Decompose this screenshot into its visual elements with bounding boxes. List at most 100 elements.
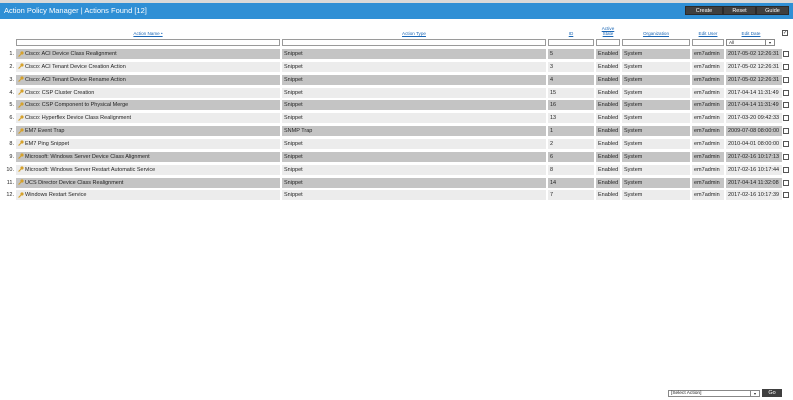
cell-id-text: 1 (550, 128, 554, 135)
cell-action-type: Snippet (282, 74, 546, 85)
col-organization[interactable]: Organization (622, 25, 690, 37)
reset-button[interactable]: Reset (723, 6, 756, 15)
key-icon[interactable] (18, 50, 24, 57)
cell-edit-user: em7admin (692, 100, 724, 111)
filter-action-type[interactable] (282, 39, 546, 46)
cell-action-name-text: EM7 Ping Snippet (25, 140, 70, 147)
col-action-type[interactable]: Action Type (282, 25, 546, 37)
row-checkbox[interactable] (783, 179, 789, 186)
row-number: 7. (9, 128, 14, 135)
key-icon[interactable] (18, 102, 24, 108)
cell-action-name[interactable]: Windows Restart Service (16, 190, 280, 201)
cell-edit-date-text: 2017-05-02 12:26:31 (728, 63, 780, 70)
row-checkbox[interactable] (783, 63, 789, 70)
cell-organization-text: System (624, 153, 643, 160)
cell-id: 7 (548, 190, 594, 201)
row-checkbox[interactable] (783, 51, 789, 57)
cell-organization: System (622, 49, 690, 59)
cell-action-state-text: Enabled (598, 76, 619, 83)
key-icon[interactable] (18, 166, 24, 173)
cell-action-name[interactable]: Cisco: CSP Cluster Creation (16, 87, 280, 98)
filter-organization[interactable] (622, 39, 690, 46)
cell-action-type-text: Snippet (284, 63, 303, 70)
create-button[interactable]: Create (685, 6, 723, 15)
key-icon[interactable] (18, 179, 24, 185)
row-checkbox[interactable] (783, 192, 789, 199)
cell-action-type-text: Snippet (284, 76, 303, 83)
cell-action-name-text: Cisco: ACI Tenant Device Creation Action (25, 63, 126, 70)
cell-organization-text: System (624, 102, 643, 109)
cell-edit-date-text: 2017-02-16 10:17:39 (728, 192, 780, 199)
action-select[interactable]: [Select Action] ▾ (668, 390, 760, 397)
row-checkbox[interactable] (783, 140, 789, 147)
cell-action-name[interactable]: Cisco: ACI Device Class Realignment (16, 49, 280, 59)
cell-action-name[interactable]: Microsoft: Windows Server Restart Automa… (16, 164, 280, 175)
cell-edit-user: em7admin (692, 190, 724, 201)
col-action-state[interactable]: Active State (596, 25, 620, 37)
cell-edit-date-text: 2017-02-16 10:17:44 (728, 166, 780, 173)
cell-organization: System (622, 151, 690, 162)
row-checkbox[interactable] (783, 89, 789, 96)
table-row: 9. Microsoft: Windows Server Device Class… (0, 151, 793, 163)
cell-action-name-text: Cisco: CSP Component to Physical Merge (25, 102, 129, 109)
cell-action-state-text: Enabled (598, 153, 619, 160)
row-checkbox[interactable] (783, 102, 789, 109)
cell-edit-user-text: em7admin (694, 89, 720, 96)
cell-organization: System (622, 113, 690, 124)
key-icon[interactable] (18, 153, 24, 160)
key-icon[interactable] (18, 192, 24, 198)
row-checkbox[interactable] (783, 115, 789, 122)
row-checkbox[interactable] (783, 153, 789, 160)
key-icon[interactable] (18, 63, 24, 70)
cell-action-state: Enabled (596, 49, 620, 59)
cell-action-name[interactable]: Cisco: Hyperflex Device Class Realignmen… (16, 113, 280, 124)
filter-action-state[interactable] (596, 39, 620, 46)
cell-action-type-text: Snippet (284, 89, 303, 96)
filter-action-name[interactable] (16, 39, 280, 46)
row-checkbox[interactable] (783, 128, 789, 135)
col-edit-user[interactable]: Edit User (692, 25, 724, 37)
row-checkbox[interactable] (783, 166, 789, 173)
cell-action-state-text: Enabled (598, 63, 619, 70)
col-id[interactable]: ID (548, 25, 594, 37)
cell-action-state-text: Enabled (598, 51, 619, 57)
row-number: 5. (9, 102, 14, 109)
select-all-checkbox[interactable]: ✓ (782, 30, 788, 36)
guide-button[interactable]: Guide (756, 6, 789, 15)
cell-action-name[interactable]: Microsoft: Windows Server Device Class A… (16, 151, 280, 162)
cell-organization: System (622, 100, 690, 111)
cell-organization-text: System (624, 179, 643, 186)
filter-id[interactable] (548, 39, 594, 46)
cell-action-type-text: Snippet (284, 140, 303, 147)
cell-action-state: Enabled (596, 190, 620, 201)
cell-action-name[interactable]: EM7 Event Trap (16, 126, 280, 137)
key-icon[interactable] (18, 89, 24, 95)
cell-action-name[interactable]: UCS Director Device Class Realignment (16, 177, 280, 188)
cell-action-name[interactable]: Cisco: ACI Tenant Device Rename Action (16, 74, 280, 85)
key-icon[interactable] (18, 128, 24, 134)
col-edit-date[interactable]: Edit Date (726, 25, 776, 37)
filter-edit-user[interactable] (692, 39, 724, 46)
row-number: 3. (9, 76, 14, 83)
key-icon[interactable] (18, 115, 24, 121)
cell-edit-date: 2017-05-02 12:26:31 (726, 49, 782, 59)
cell-action-state-text: Enabled (598, 128, 619, 135)
cell-organization-text: System (624, 63, 643, 70)
cell-action-state-text: Enabled (598, 115, 619, 122)
cell-action-name[interactable]: Cisco: ACI Tenant Device Creation Action (16, 61, 280, 72)
table-row: 8. EM7 Ping Snippet Snippet 2 Enabled System e… (0, 138, 793, 150)
cell-edit-date-text: 2017-04-14 11:31:49 (728, 89, 779, 96)
row-checkbox[interactable] (783, 76, 789, 83)
cell-edit-user: em7admin (692, 126, 724, 137)
filter-edit-date-select[interactable]: All ▾ (726, 39, 775, 46)
col-action-name[interactable]: Action Name • (16, 25, 280, 37)
cell-action-type-text: Snippet (284, 51, 303, 57)
table-row: 3. Cisco: ACI Tenant Device Rename Action… (0, 74, 793, 86)
go-button[interactable]: Go (762, 389, 782, 397)
cell-action-name[interactable]: Cisco: CSP Component to Physical Merge (16, 100, 280, 111)
cell-action-name[interactable]: EM7 Ping Snippet (16, 138, 280, 149)
key-icon[interactable] (18, 76, 24, 83)
key-icon[interactable] (18, 140, 24, 147)
cell-action-type-text: Snippet (284, 166, 303, 173)
cell-organization-text: System (624, 76, 643, 83)
